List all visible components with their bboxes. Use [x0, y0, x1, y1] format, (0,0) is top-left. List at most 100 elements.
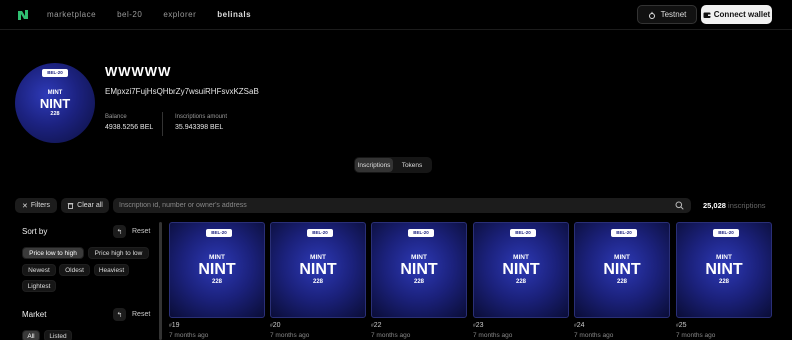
inscription-image: BEL-20 MINT NINT 228: [371, 222, 467, 318]
inscription-number-value: 24: [576, 322, 585, 329]
card-tag: BEL-20: [206, 229, 232, 237]
card-line1: MINT: [209, 254, 225, 261]
inscription-card[interactable]: BEL-20 MINT NINT 228 #19 7 months ago: [169, 222, 265, 339]
nav-item-belinals[interactable]: belinals: [217, 10, 251, 19]
inscription-card[interactable]: BEL-20 MINT NINT 228 #25 7 months ago: [676, 222, 772, 339]
sidebar-scrollbar[interactable]: [159, 222, 162, 340]
sort-by-title: Sort by: [22, 227, 48, 236]
inscription-number: #25: [676, 322, 772, 329]
network-label: Testnet: [660, 10, 687, 19]
inscription-number-value: 19: [171, 322, 180, 329]
card-line1: MINT: [716, 254, 732, 261]
inscription-image: BEL-20 MINT NINT 228: [574, 222, 670, 318]
balance-label: Balance: [105, 114, 127, 120]
profile-name: WWWWW: [105, 64, 172, 79]
inscription-number-value: 22: [373, 322, 382, 329]
stats-divider: [162, 112, 163, 136]
clear-all-label: Clear all: [77, 202, 103, 209]
card-line1: MINT: [614, 254, 630, 261]
card-tag: BEL-20: [611, 229, 637, 237]
card-line3: 228: [718, 279, 729, 285]
wallet-icon: [703, 12, 711, 18]
inscription-time: 7 months ago: [270, 332, 310, 339]
inscription-number: #20: [270, 322, 366, 329]
nav-item-bel-20[interactable]: bel-20: [117, 10, 142, 19]
nav-item-marketplace[interactable]: marketplace: [47, 10, 96, 19]
content-tabs: Inscriptions Tokens: [354, 157, 432, 173]
sort-option-price-low-high[interactable]: Price low to high: [22, 247, 84, 259]
count-value: 25,028: [703, 201, 726, 210]
profile-avatar: BEL-20 MINT NINT 228: [15, 63, 95, 143]
undo-icon: ↰: [113, 225, 126, 238]
balance-value: 4938.5256 BEL: [105, 124, 154, 131]
search-bar: [113, 198, 691, 213]
inscription-card[interactable]: BEL-20 MINT NINT 228 #22 7 months ago: [371, 222, 467, 339]
inscription-number-value: 23: [475, 322, 484, 329]
filters-label: Filters: [30, 202, 50, 209]
card-line3: 228: [413, 279, 424, 285]
sort-option-oldest[interactable]: Oldest: [59, 264, 90, 276]
inscription-number-value: 20: [272, 322, 281, 329]
card-line2: NINT: [198, 261, 236, 278]
clear-all-button[interactable]: Clear all: [61, 198, 109, 213]
inscription-time: 7 months ago: [169, 332, 209, 339]
top-header: marketplace bel-20 explorer belinals Tes…: [0, 0, 792, 30]
profile-address[interactable]: EMpxzi7FujHsQHbrZy7wsuiRHFsvxKZSaB: [105, 87, 259, 96]
sort-option-heaviest[interactable]: Heaviest: [94, 264, 129, 276]
trash-icon: [67, 203, 74, 209]
network-icon: [648, 11, 655, 19]
network-button[interactable]: Testnet: [637, 5, 697, 24]
main-nav: marketplace bel-20 explorer belinals: [47, 10, 272, 19]
card-line2: NINT: [705, 261, 743, 278]
card-line3: 228: [616, 279, 627, 285]
count-unit: inscriptions: [728, 201, 766, 210]
card-tag: BEL-20: [408, 229, 434, 237]
card-line3: 228: [312, 279, 323, 285]
search-input[interactable]: [119, 198, 659, 213]
card-line3: 228: [515, 279, 526, 285]
card-line2: NINT: [400, 261, 438, 278]
inscription-image: BEL-20 MINT NINT 228: [270, 222, 366, 318]
inscriptions-amount-label: Inscriptions amount: [175, 114, 228, 120]
sort-reset-label: Reset: [132, 228, 151, 235]
inscription-card[interactable]: BEL-20 MINT NINT 228 #20 7 months ago: [270, 222, 366, 339]
market-reset-button[interactable]: ↰ Reset: [113, 308, 150, 321]
close-icon: ✕: [22, 202, 28, 210]
connect-wallet-button[interactable]: Connect wallet: [701, 5, 772, 24]
card-tag: BEL-20: [307, 229, 333, 237]
inscription-number: #22: [371, 322, 467, 329]
inscriptions-count: 25,028 inscriptions: [703, 201, 766, 210]
card-line3: 228: [211, 279, 222, 285]
inscription-card[interactable]: BEL-20 MINT NINT 228 #23 7 months ago: [473, 222, 569, 339]
sort-reset-button[interactable]: ↰ Reset: [113, 225, 150, 238]
sort-option-newest[interactable]: Newest: [22, 264, 56, 276]
inscription-number: #23: [473, 322, 569, 329]
inscription-image: BEL-20 MINT NINT 228: [473, 222, 569, 318]
card-line2: NINT: [502, 261, 540, 278]
card-line1: MINT: [411, 254, 427, 261]
tab-tokens[interactable]: Tokens: [393, 158, 431, 172]
market-title: Market: [22, 310, 47, 319]
undo-icon: ↰: [113, 308, 126, 321]
search-icon[interactable]: [675, 201, 684, 210]
avatar-tag: BEL-20: [42, 69, 68, 77]
sort-option-price-high-low[interactable]: Price high to low: [88, 247, 149, 259]
filters-button[interactable]: ✕ Filters: [15, 198, 57, 213]
inscription-number-value: 25: [678, 322, 687, 329]
avatar-line2: NINT: [39, 96, 71, 111]
leaf-logo-icon[interactable]: [16, 8, 30, 22]
inscription-number: #24: [574, 322, 670, 329]
inscription-time: 7 months ago: [574, 332, 614, 339]
tab-inscriptions[interactable]: Inscriptions: [355, 158, 393, 172]
nav-item-explorer[interactable]: explorer: [163, 10, 196, 19]
avatar-line3: 228: [50, 111, 60, 117]
card-line2: NINT: [603, 261, 641, 278]
inscription-time: 7 months ago: [676, 332, 716, 339]
sort-option-lightest[interactable]: Lightest: [22, 280, 56, 292]
market-reset-label: Reset: [132, 311, 151, 318]
inscription-card[interactable]: BEL-20 MINT NINT 228 #24 7 months ago: [574, 222, 670, 339]
inscription-image: BEL-20 MINT NINT 228: [676, 222, 772, 318]
market-option-all[interactable]: All: [22, 330, 40, 340]
inscription-image: BEL-20 MINT NINT 228: [169, 222, 265, 318]
market-option-listed[interactable]: Listed: [44, 330, 72, 340]
